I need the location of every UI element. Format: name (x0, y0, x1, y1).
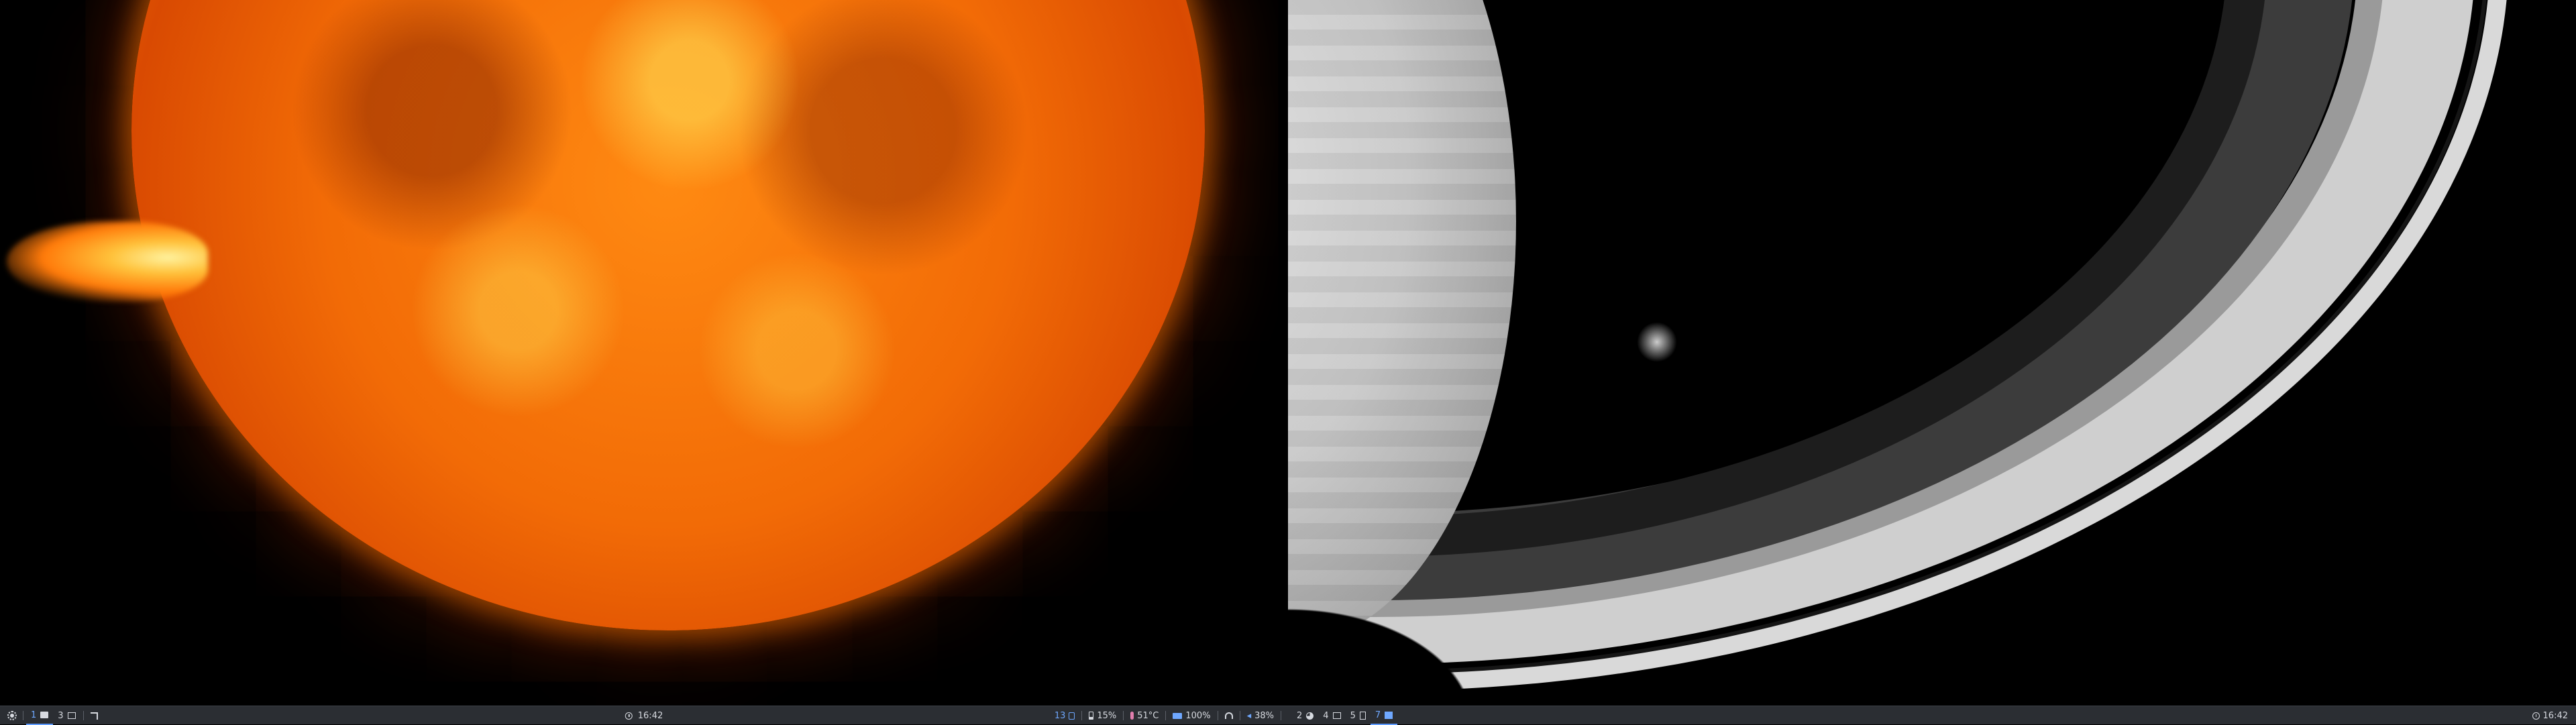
document-icon (1359, 712, 1366, 720)
separator (83, 711, 84, 720)
workspace-7[interactable]: 7 (1370, 706, 1398, 725)
gear-icon (7, 711, 17, 720)
workspace-label: 4 (1323, 710, 1329, 721)
cpu-widget[interactable]: 13 (1051, 706, 1079, 725)
pie-icon (1306, 712, 1314, 720)
window-icon (67, 712, 76, 719)
separator (1123, 711, 1124, 720)
app-icon (1385, 711, 1393, 719)
workspace-label: 2 (1297, 710, 1303, 721)
planet-shadow (1288, 590, 1503, 706)
sun-image (131, 0, 1205, 630)
clock-widget-right[interactable]: 16:42 (2528, 706, 2572, 725)
layout-toggle-button[interactable] (87, 706, 102, 725)
temperature-value: 51°C (1137, 710, 1159, 721)
cpu-icon (1069, 712, 1075, 720)
wallpaper-saturn (1288, 0, 2576, 706)
ring-glint (1637, 322, 1677, 362)
workspace-1[interactable]: 1 (26, 706, 54, 725)
workspace-label: 5 (1350, 710, 1356, 721)
status-area: 13 15% 51°C 100% ◂ 38% (1051, 706, 1284, 725)
clock-time: 16:42 (2542, 710, 2568, 721)
panel-left: 1 3 16:42 13 15% 51°C 100% ◂ 38% (0, 706, 1288, 725)
image-icon (1332, 712, 1341, 719)
workspace-4[interactable]: 4 (1318, 706, 1345, 725)
separator (1165, 711, 1167, 720)
memory-icon (1173, 712, 1183, 719)
temperature-widget[interactable]: 51°C (1126, 706, 1163, 725)
expand-icon (90, 712, 98, 720)
solar-flare (7, 221, 208, 302)
panel-right: 2 4 5 7 16:42 (1288, 706, 2576, 725)
workspace-2[interactable]: 2 (1292, 706, 1318, 725)
volume-value: 38% (1254, 710, 1274, 721)
workspace-label: 3 (58, 710, 64, 721)
thermometer-icon (1130, 712, 1134, 720)
panel-left-start: 1 3 (4, 706, 102, 725)
wifi-icon (1224, 712, 1233, 719)
battery-widget[interactable]: 15% (1085, 706, 1120, 725)
clock-widget[interactable]: 16:42 (625, 706, 663, 725)
folder-icon (40, 712, 49, 718)
volume-icon: ◂ (1246, 710, 1252, 721)
memory-value: 100% (1185, 710, 1211, 721)
workspace-3[interactable]: 3 (53, 706, 80, 725)
workspace-label: 7 (1375, 710, 1381, 720)
workspace-switcher: 2 4 5 7 (1292, 706, 1398, 725)
battery-icon (1089, 712, 1094, 720)
separator (1081, 711, 1083, 720)
memory-widget[interactable]: 100% (1169, 706, 1214, 725)
clock-icon (2532, 712, 2540, 720)
wallpaper-sun (0, 0, 1288, 706)
workspace-5[interactable]: 5 (1346, 706, 1371, 725)
cpu-value: 13 (1054, 710, 1066, 721)
volume-widget[interactable]: ◂ 38% (1243, 706, 1278, 725)
desktop: 1 3 16:42 13 15% 51°C 100% ◂ 38% 2 4 5 7… (0, 0, 2576, 725)
clock-icon (625, 712, 633, 720)
battery-value: 15% (1097, 710, 1117, 721)
wifi-widget[interactable] (1221, 706, 1237, 725)
clock-time: 16:42 (637, 710, 663, 721)
menu-button[interactable] (4, 706, 20, 725)
workspace-label: 1 (31, 710, 37, 720)
